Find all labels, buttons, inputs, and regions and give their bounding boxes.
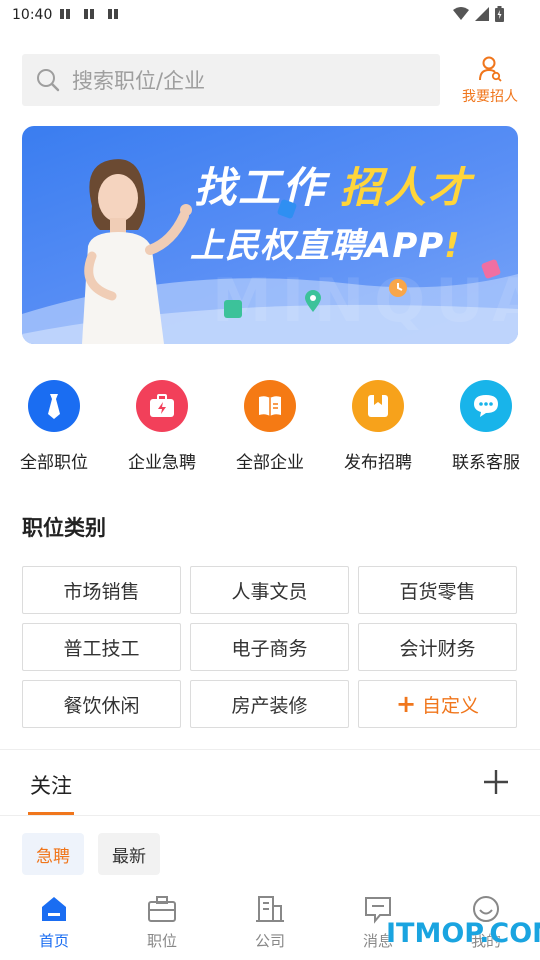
category-item[interactable]: 餐饮休闲 <box>22 680 181 728</box>
decor-book-icon <box>224 300 242 318</box>
search-icon <box>37 69 60 92</box>
status-bar: 10:40 <box>0 0 540 32</box>
quick-urgent-hiring[interactable]: 企业急聘 <box>110 380 214 473</box>
quick-all-jobs[interactable]: 全部职位 <box>2 380 106 473</box>
status-time: 10:40 <box>12 7 53 23</box>
plus-icon[interactable] <box>482 768 510 796</box>
notification-icon <box>60 9 70 19</box>
banner-watermark: MINQUAN <box>212 266 518 336</box>
category-item[interactable]: 人事文员 <box>190 566 349 614</box>
category-item[interactable]: 市场销售 <box>22 566 181 614</box>
category-item[interactable]: 百货零售 <box>358 566 517 614</box>
banner-subline: 上民权直聘APP! <box>190 218 461 267</box>
decor-pin-icon <box>305 290 321 312</box>
nav-label: 职位 <box>146 932 177 950</box>
home-icon <box>42 897 66 921</box>
quick-post-job[interactable]: 发布招聘 <box>326 380 430 473</box>
banner-subline-text: 上民权直聘APP <box>190 226 445 266</box>
banner-headline-part1: 找工作 <box>194 163 327 212</box>
category-item[interactable]: 电子商务 <box>190 623 349 671</box>
quick-label: 企业急聘 <box>128 453 196 473</box>
nav-label: 公司 <box>254 932 285 950</box>
divider <box>0 815 540 816</box>
quick-menu: 全部职位 企业急聘 全部企业 发布招聘 联系客服 <box>0 380 540 480</box>
filter-urgent[interactable]: 急聘 <box>22 833 84 875</box>
battery-icon <box>495 6 504 22</box>
category-grid: 市场销售 人事文员 百货零售 普工技工 电子商务 会计财务 餐饮休闲 房产装修 … <box>22 566 518 728</box>
wifi-icon <box>453 7 469 20</box>
tab-follow[interactable]: 关注 <box>30 770 72 800</box>
quick-contact-support[interactable]: 联系客服 <box>434 380 538 473</box>
banner-headline-part2: 招人才 <box>340 163 473 212</box>
quick-label: 全部企业 <box>236 453 304 473</box>
status-indicators <box>453 6 504 22</box>
site-watermark: ITMOP.COM <box>386 918 540 949</box>
plus-icon: + <box>395 690 417 718</box>
urgent-bag-icon <box>136 380 188 432</box>
category-custom-label: 自定义 <box>422 694 480 717</box>
briefcase-icon <box>148 896 176 922</box>
book-icon <box>244 380 296 432</box>
section-title-categories: 职位类别 <box>22 516 106 540</box>
search-placeholder: 搜索职位/企业 <box>72 69 206 93</box>
quick-all-companies[interactable]: 全部企业 <box>218 380 322 473</box>
decor-tag-icon <box>481 259 501 279</box>
category-custom-button[interactable]: + 自定义 <box>358 680 517 728</box>
recruiter-icon <box>479 56 502 82</box>
promo-banner[interactable]: MINQUAN 找工作招人才 上民权直聘APP! <box>22 126 518 344</box>
notification-icon <box>84 9 94 19</box>
filter-latest[interactable]: 最新 <box>98 833 160 875</box>
nav-home[interactable]: 首页 <box>14 894 94 951</box>
tie-icon <box>28 380 80 432</box>
nav-label: 首页 <box>38 932 69 950</box>
nav-jobs[interactable]: 职位 <box>122 894 202 951</box>
decor-clock-icon <box>389 279 407 297</box>
banner-subline-mark: ! <box>444 226 461 266</box>
chat-icon <box>460 380 512 432</box>
quick-label: 全部职位 <box>20 453 88 473</box>
quick-label: 发布招聘 <box>344 453 412 473</box>
banner-headline: 找工作 招人才 <box>194 154 472 215</box>
quick-label: 联系客服 <box>452 453 520 473</box>
spokesperson-image <box>82 159 192 344</box>
category-item[interactable]: 会计财务 <box>358 623 517 671</box>
decor-cube-icon <box>277 199 297 219</box>
nav-companies[interactable]: 公司 <box>230 894 310 951</box>
recruit-button[interactable]: 我要招人 <box>458 56 522 108</box>
notification-icon <box>108 9 118 19</box>
category-item[interactable]: 房产装修 <box>190 680 349 728</box>
building-icon <box>256 896 284 922</box>
recruit-label: 我要招人 <box>462 89 518 105</box>
category-item[interactable]: 普工技工 <box>22 623 181 671</box>
divider <box>0 749 540 750</box>
signal-icon <box>475 7 489 21</box>
search-input[interactable]: 搜索职位/企业 <box>22 54 440 106</box>
bookmark-icon <box>352 380 404 432</box>
notification-icons <box>60 9 118 19</box>
